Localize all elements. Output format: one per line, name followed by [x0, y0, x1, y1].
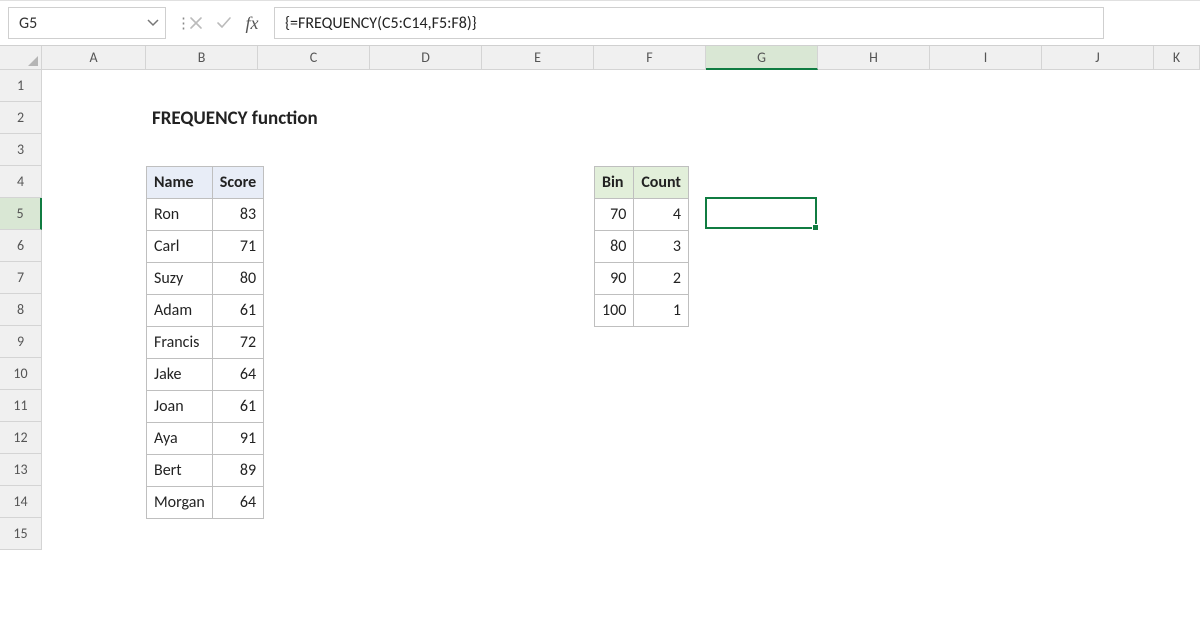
table-row: Joan61: [147, 391, 264, 423]
cell-score[interactable]: 89: [212, 455, 263, 487]
cancel-formula-button[interactable]: [182, 7, 210, 39]
cell-score[interactable]: 72: [212, 327, 263, 359]
formula-text: {=FREQUENCY(C5:C14,F5:F8)}: [285, 14, 477, 33]
table-row: Jake64: [147, 359, 264, 391]
row-header[interactable]: 14: [0, 486, 42, 518]
cell-score[interactable]: 71: [212, 231, 263, 263]
cell-score[interactable]: 91: [212, 423, 263, 455]
cell-score[interactable]: 64: [212, 487, 263, 519]
row-header[interactable]: 9: [0, 326, 42, 358]
formula-bar: G5 ⋮ fx {=FREQUENCY(C5:C14,F5:F8)}: [0, 0, 1200, 46]
cell-bin[interactable]: 90: [595, 263, 634, 295]
accept-formula-button[interactable]: [210, 7, 238, 39]
table-row: Carl71: [147, 231, 264, 263]
fx-icon: fx: [246, 13, 259, 34]
column-header[interactable]: C: [258, 46, 370, 70]
table-row: 902: [595, 263, 689, 295]
column-headers: ABCDEFGHIJK: [42, 46, 1200, 70]
table-row: Morgan64: [147, 487, 264, 519]
row-header[interactable]: 6: [0, 230, 42, 262]
table-row: Suzy80: [147, 263, 264, 295]
formula-input[interactable]: {=FREQUENCY(C5:C14,F5:F8)}: [274, 7, 1104, 39]
cell-count[interactable]: 1: [634, 295, 689, 327]
table-row: Francis72: [147, 327, 264, 359]
name-box-value: G5: [19, 14, 37, 33]
column-header[interactable]: B: [146, 46, 258, 70]
cell-score[interactable]: 83: [212, 199, 263, 231]
column-header[interactable]: F: [594, 46, 706, 70]
data-header-name[interactable]: Name: [147, 167, 213, 199]
page-title-text: FREQUENCY function: [152, 107, 318, 130]
cell-name[interactable]: Suzy: [147, 263, 213, 295]
cell-bin[interactable]: 80: [595, 231, 634, 263]
cell-name[interactable]: Bert: [147, 455, 213, 487]
name-box[interactable]: G5: [8, 7, 166, 39]
column-header[interactable]: G: [706, 46, 818, 70]
column-header[interactable]: A: [42, 46, 146, 70]
fill-handle[interactable]: [812, 224, 819, 231]
row-header[interactable]: 7: [0, 262, 42, 294]
row-header[interactable]: 2: [0, 102, 42, 134]
table-row: Aya91: [147, 423, 264, 455]
cell-score[interactable]: 61: [212, 295, 263, 327]
table-row: 704: [595, 199, 689, 231]
result-header-count[interactable]: Count: [634, 167, 689, 199]
table-row: Adam61: [147, 295, 264, 327]
chevron-down-icon: [147, 17, 159, 29]
cell-name[interactable]: Carl: [147, 231, 213, 263]
column-header[interactable]: J: [1042, 46, 1154, 70]
cell-count[interactable]: 3: [634, 231, 689, 263]
cell-count[interactable]: 4: [634, 199, 689, 231]
table-row: 803: [595, 231, 689, 263]
column-header[interactable]: D: [370, 46, 482, 70]
cell-name[interactable]: Morgan: [147, 487, 213, 519]
table-row: Ron83: [147, 199, 264, 231]
check-icon: [216, 16, 232, 30]
cell-name[interactable]: Joan: [147, 391, 213, 423]
result-header-bin[interactable]: Bin: [595, 167, 634, 199]
row-header[interactable]: 10: [0, 358, 42, 390]
select-all-corner[interactable]: [0, 46, 42, 70]
row-header[interactable]: 5: [0, 198, 42, 230]
cell-bin[interactable]: 70: [595, 199, 634, 231]
x-icon: [189, 16, 203, 30]
row-header[interactable]: 1: [0, 70, 42, 102]
cell-score[interactable]: 64: [212, 359, 263, 391]
row-header[interactable]: 11: [0, 390, 42, 422]
cell-name[interactable]: Adam: [147, 295, 213, 327]
cell-count[interactable]: 2: [634, 263, 689, 295]
cell-name[interactable]: Ron: [147, 199, 213, 231]
row-headers: 123456789101112131415: [0, 70, 42, 550]
table-row: 1001: [595, 295, 689, 327]
cell-bin[interactable]: 100: [595, 295, 634, 327]
insert-function-button[interactable]: fx: [238, 7, 266, 39]
cell-score[interactable]: 61: [212, 391, 263, 423]
data-header-score[interactable]: Score: [212, 167, 263, 199]
column-header[interactable]: K: [1154, 46, 1200, 70]
column-header[interactable]: E: [482, 46, 594, 70]
page-title: FREQUENCY function: [146, 102, 406, 134]
cell-name[interactable]: Jake: [147, 359, 213, 391]
row-header[interactable]: 4: [0, 166, 42, 198]
cell-name[interactable]: Francis: [147, 327, 213, 359]
row-header[interactable]: 15: [0, 518, 42, 550]
row-header[interactable]: 13: [0, 454, 42, 486]
column-header[interactable]: H: [818, 46, 930, 70]
table-row: Bert89: [147, 455, 264, 487]
row-header[interactable]: 3: [0, 134, 42, 166]
column-header[interactable]: I: [930, 46, 1042, 70]
cell-name[interactable]: Aya: [147, 423, 213, 455]
data-table: Name Score Ron83Carl71Suzy80Adam61Franci…: [146, 166, 264, 519]
row-header[interactable]: 8: [0, 294, 42, 326]
cell-score[interactable]: 80: [212, 263, 263, 295]
spreadsheet: ABCDEFGHIJK 123456789101112131415 FREQUE…: [0, 46, 1200, 70]
active-cell-selection: [705, 197, 817, 229]
result-table: Bin Count 7048039021001: [594, 166, 689, 327]
row-header[interactable]: 12: [0, 422, 42, 454]
